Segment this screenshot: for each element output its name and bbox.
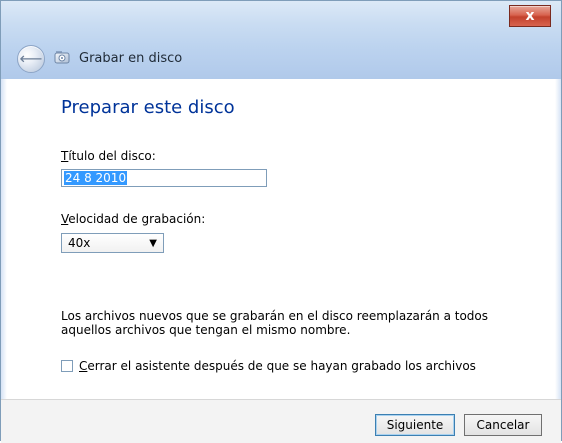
title-bar: x ⟵ Grabar en disco: [1, 1, 561, 80]
close-wizard-checkbox[interactable]: [61, 360, 73, 372]
back-button[interactable]: ⟵: [17, 45, 45, 73]
cancel-button[interactable]: Cancelar: [464, 414, 542, 436]
next-button-label: Siguiente: [386, 418, 444, 432]
close-wizard-option[interactable]: Cerrar el asistente después de que se ha…: [61, 359, 476, 373]
page-title: Preparar este disco: [61, 97, 235, 118]
close-wizard-label: Cerrar el asistente después de que se ha…: [79, 359, 476, 373]
disc-title-label: Título del disco:: [61, 149, 156, 163]
burn-speed-select[interactable]: 40x ▼: [61, 233, 164, 253]
close-button[interactable]: x: [509, 5, 551, 27]
chevron-down-icon: ▼: [149, 237, 157, 249]
burn-speed-value: 40x: [68, 236, 91, 250]
disc-title-value: 24 8 2010: [64, 171, 128, 185]
window-title-area: Grabar en disco: [53, 46, 182, 70]
next-button[interactable]: Siguiente: [375, 414, 455, 436]
close-icon: x: [525, 8, 535, 24]
disc-title-input[interactable]: 24 8 2010: [61, 169, 267, 187]
back-arrow-icon: ⟵: [19, 49, 43, 68]
burn-speed-label: Velocidad de grabación:: [61, 212, 206, 226]
right-edge: [555, 79, 561, 442]
window-title: Grabar en disco: [79, 50, 183, 66]
wizard-content: Preparar este disco Título del disco: 24…: [1, 79, 561, 379]
burn-disc-window: x ⟵ Grabar en disco Preparar este disco …: [0, 0, 562, 443]
disc-icon: [53, 49, 71, 67]
cancel-button-label: Cancelar: [476, 418, 530, 432]
footer: Siguiente Cancelar: [1, 399, 561, 443]
replace-files-note: Los archivos nuevos que se grabarán en e…: [61, 309, 489, 337]
left-edge: [1, 79, 7, 442]
